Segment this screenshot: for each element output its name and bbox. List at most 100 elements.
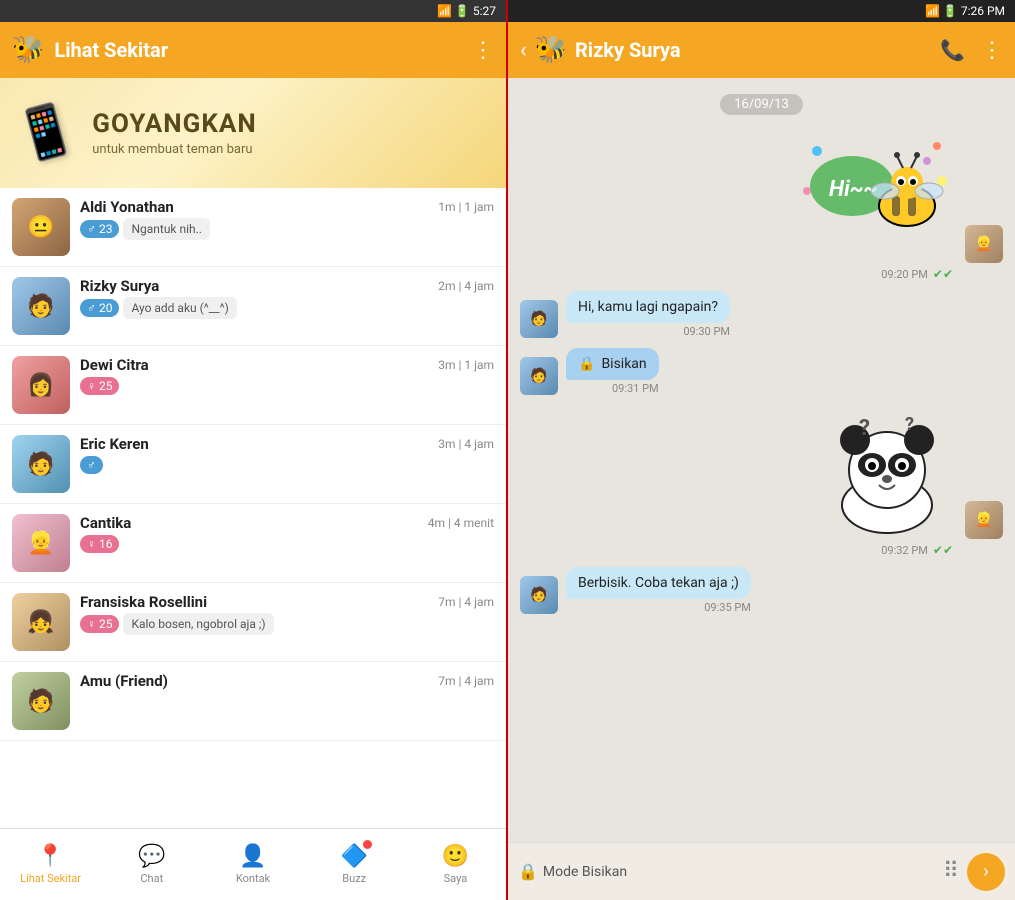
nav-label: Chat [140,872,163,885]
panda-sticker-row: 👱 [817,405,1003,539]
nav-saya[interactable]: 🙂 Saya [405,829,506,900]
user-name: Dewi Citra [80,356,149,374]
banner: 📱 GOYANGKAN untuk membuat teman baru [0,78,506,188]
nav-label: Saya [444,872,468,885]
user-top: Amu (Friend) 7m | 4 jam [80,672,494,690]
svg-text:?: ? [859,416,870,441]
avatar: 👱 [12,514,70,572]
location-icon: 📍 [37,844,64,869]
right-header: ‹ 🐝 Rizky Surya 📞 ⋮ [508,22,1015,78]
message-content: 🔒 Bisikan 09:31 PM [566,348,659,395]
list-item[interactable]: 👧 Fransiska Rosellini 7m | 4 jam ♀ 25 Ka… [0,583,506,662]
user-info: Rizky Surya 2m | 4 jam ♂ 20 Ayo add aku … [80,277,494,320]
left-time: 5:27 [473,4,496,18]
whisper-mode-label: 🔒 Mode Bisikan [518,862,935,881]
message-preview: Kalo bosen, ngobrol aja ;) [123,613,273,635]
user-time: 7m | 4 jam [438,595,494,609]
user-info: Dewi Citra 3m | 1 jam ♀ 25 [80,356,494,398]
message-time: 09:35 PM [704,601,751,614]
user-name: Cantika [80,514,131,532]
message-bubble: Hi, kamu lagi ngapain? [566,291,730,323]
contact-name: Rizky Surya [575,38,940,62]
read-ticks: ✔✔ [933,267,953,281]
left-header: 🐝 Lihat Sekitar ⋮ [0,22,506,78]
banner-title: GOYANGKAN [92,109,491,139]
right-status-bar: 📶 🔋 7:26 PM [508,0,1015,22]
right-panel: 📶 🔋 7:26 PM ‹ 🐝 Rizky Surya 📞 ⋮ 16/09/13… [508,0,1015,900]
panda-sticker: ? ? [817,405,957,539]
banner-phone-icon: 📱 [9,97,84,169]
user-info: Amu (Friend) 7m | 4 jam [80,672,494,690]
user-name: Aldi Yonathan [80,198,174,216]
list-item[interactable]: 👩 Dewi Citra 3m | 1 jam ♀ 25 [0,346,506,425]
user-info: Fransiska Rosellini 7m | 4 jam ♀ 25 Kalo… [80,593,494,636]
user-time: 1m | 1 jam [438,200,494,214]
whisper-mode-text: Mode Bisikan [543,864,627,880]
sticker-message-panda: 👱 [520,405,1003,557]
nav-buzz[interactable]: 🔷 Buzz [304,829,405,900]
user-info: Eric Keren 3m | 4 jam ♂ [80,435,494,477]
gender-badge: ♀ 25 [80,377,119,395]
contacts-icon: 👤 [239,844,266,869]
message-bubble: Berbisik. Coba tekan aja ;) [566,567,751,599]
user-top: Aldi Yonathan 1m | 1 jam [80,198,494,216]
sender-avatar: 🧑 [520,300,558,338]
avatar: 🧑 [12,672,70,730]
sender-avatar: 👱 [965,225,1003,263]
user-info: Aldi Yonathan 1m | 1 jam ♂ 23 Ngantuk ni… [80,198,494,241]
left-bee-icon: 🐝 [12,35,44,65]
chat-input-bar: 🔒 Mode Bisikan ⠿ › [508,842,1015,900]
svg-text:Hi~~: Hi~~ [829,177,877,202]
list-item[interactable]: 🧑 Eric Keren 3m | 4 jam ♂ [0,425,506,504]
bee-sticker: Hi~~ [797,131,957,263]
gender-badge: ♂ 23 [80,220,119,238]
nav-label: Buzz [342,872,366,885]
avatar: 😐 [12,198,70,256]
lock-icon: 🔒 [578,356,595,372]
right-bee-icon: 🐝 [535,35,567,65]
sticker-row: 👱 Hi~~ [797,131,1003,263]
chat-area: 16/09/13 👱 Hi [508,78,1015,842]
bottom-nav: 📍 Lihat Sekitar 💬 Chat 👤 Kontak 🔷 Buzz 🙂… [0,828,506,900]
list-item[interactable]: 😐 Aldi Yonathan 1m | 1 jam ♂ 23 Ngantuk … [0,188,506,267]
user-list: 😐 Aldi Yonathan 1m | 1 jam ♂ 23 Ngantuk … [0,188,506,828]
right-time: 7:26 PM [961,4,1005,18]
gender-badge: ♀ 16 [80,535,119,553]
message-time: 09:32 PM [881,544,928,557]
list-item[interactable]: 🧑 Rizky Surya 2m | 4 jam ♂ 20 Ayo add ak… [0,267,506,346]
message-time: 09:30 PM [683,325,730,338]
user-time: 2m | 4 jam [438,279,494,293]
message-content: Berbisik. Coba tekan aja ;) 09:35 PM [566,567,751,614]
svg-text:?: ? [905,414,914,435]
user-time: 3m | 4 jam [438,437,494,451]
left-title: Lihat Sekitar [54,38,472,62]
user-top: Dewi Citra 3m | 1 jam [80,356,494,374]
nav-chat[interactable]: 💬 Chat [101,829,202,900]
whisper-bubble[interactable]: 🔒 Bisikan [566,348,659,380]
chat-message-whisper: 🧑 🔒 Bisikan 09:31 PM [520,348,1003,395]
user-top: Eric Keren 3m | 4 jam [80,435,494,453]
left-battery-icon: 🔋 [455,4,470,18]
user-name: Eric Keren [80,435,149,453]
user-time: 4m | 4 menit [428,516,494,530]
back-button[interactable]: ‹ [520,38,527,63]
message-preview: Ayo add aku (^__^) [123,297,236,319]
list-item[interactable]: 👱 Cantika 4m | 4 menit ♀ 16 [0,504,506,583]
nav-kontak[interactable]: 👤 Kontak [202,829,303,900]
sender-avatar: 👱 [965,501,1003,539]
lock-icon: 🔒 [518,862,538,881]
nav-lihat-sekitar[interactable]: 📍 Lihat Sekitar [0,829,101,900]
left-signal-icon: 📶 [437,4,452,18]
right-battery-icon: 🔋 [943,4,958,18]
user-top: Fransiska Rosellini 7m | 4 jam [80,593,494,611]
gender-badge: ♀ 25 [80,615,119,633]
grid-button[interactable]: ⠿ [943,859,959,884]
nav-label: Lihat Sekitar [20,872,81,885]
send-button[interactable]: › [967,853,1005,891]
right-menu-button[interactable]: ⋮ [981,38,1003,63]
list-item[interactable]: 🧑 Amu (Friend) 7m | 4 jam [0,662,506,741]
left-menu-button[interactable]: ⋮ [472,38,494,63]
banner-subtitle: untuk membuat teman baru [92,142,491,157]
chat-message-received: 🧑 Hi, kamu lagi ngapain? 09:30 PM [520,291,1003,338]
call-button[interactable]: 📞 [940,38,965,62]
